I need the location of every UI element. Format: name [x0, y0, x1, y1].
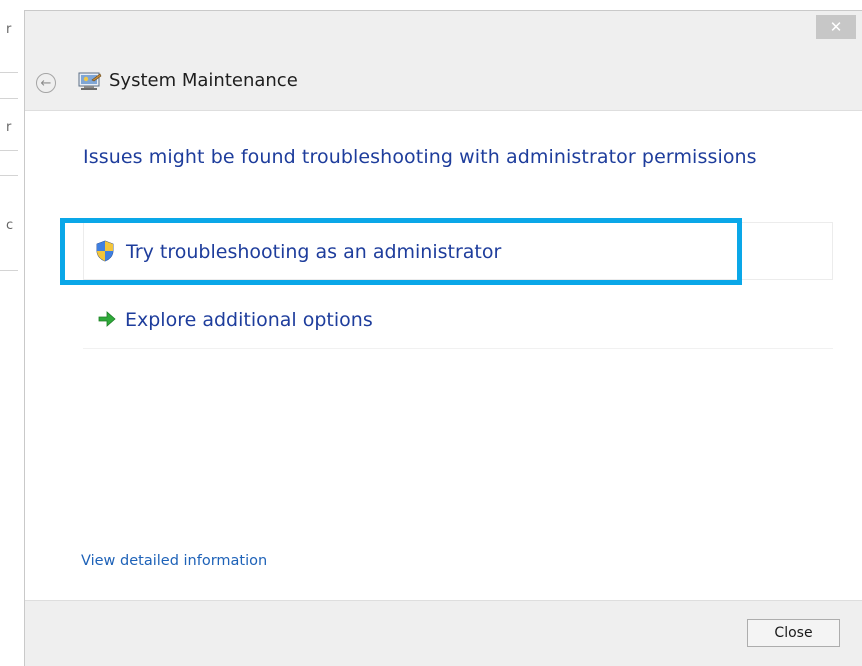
background-divider	[0, 98, 18, 99]
troubleshooter-dialog: ✕ ← System Maintenance Issues might be f…	[24, 10, 862, 666]
background-text-fragment: c	[6, 218, 14, 233]
background-window: r r c	[0, 0, 24, 666]
dialog-header: ← System Maintenance	[25, 61, 862, 101]
option-label: Explore additional options	[125, 309, 373, 331]
system-maintenance-icon	[78, 72, 102, 90]
window-close-button[interactable]: ✕	[816, 15, 856, 39]
back-button[interactable]: ←	[36, 73, 56, 93]
option-label: Try troubleshooting as an administrator	[126, 241, 502, 263]
option-explore-additional[interactable]: Explore additional options	[83, 291, 833, 349]
background-divider	[0, 270, 18, 271]
background-divider	[0, 72, 18, 73]
close-button[interactable]: Close	[747, 619, 840, 647]
close-icon: ✕	[829, 18, 843, 36]
background-text-fragment: r	[6, 120, 12, 135]
content-area: Issues might be found troubleshooting wi…	[25, 110, 862, 601]
background-divider	[0, 175, 18, 176]
page-heading: Issues might be found troubleshooting wi…	[83, 146, 757, 168]
uac-shield-icon	[96, 240, 114, 262]
dialog-title: System Maintenance	[109, 70, 298, 91]
screen: r r c ✕ ← System Maintenance Issues migh…	[0, 0, 862, 666]
close-button-label: Close	[774, 625, 813, 641]
green-arrow-icon	[98, 311, 116, 327]
background-text-fragment: r	[6, 22, 12, 37]
back-arrow-icon: ←	[40, 75, 52, 91]
background-divider	[0, 150, 18, 151]
option-troubleshoot-as-admin[interactable]: Try troubleshooting as an administrator	[83, 222, 833, 280]
view-detailed-information-link[interactable]: View detailed information	[81, 553, 267, 569]
